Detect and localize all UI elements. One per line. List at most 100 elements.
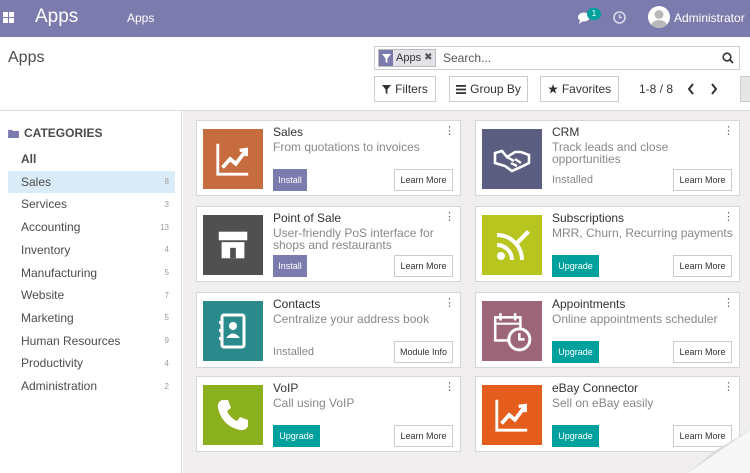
app-title: Appointments	[552, 297, 626, 311]
search-icon[interactable]	[722, 52, 734, 64]
phone-icon	[203, 385, 263, 445]
app-card-voip[interactable]: VoIP Call using VoIP ⋮ Upgrade Learn More	[196, 376, 461, 452]
category-count: 3	[164, 199, 169, 209]
app-card-crm[interactable]: CRM Track leads and close opportunities ⋮ I…	[475, 120, 740, 196]
sidebar-item-sales[interactable]: Sales 8	[8, 170, 175, 193]
app-card-point-of-sale[interactable]: Point of Sale User-friendly PoS interface…	[196, 206, 461, 282]
kebab-menu-icon[interactable]: ⋮	[723, 380, 734, 393]
app-title: CRM	[552, 125, 580, 139]
search-box[interactable]: Apps ✖	[374, 46, 740, 70]
learn-more-button[interactable]: Learn More	[673, 255, 732, 277]
category-count: 5	[164, 313, 169, 323]
sidebar-item-productivity[interactable]: Productivity 4	[8, 352, 175, 374]
menu-apps[interactable]: Apps	[127, 11, 154, 25]
filters-label: Filters	[395, 82, 428, 96]
chevron-right-icon[interactable]	[709, 82, 719, 96]
install-button[interactable]: Install	[273, 169, 307, 191]
control-panel: Apps Apps ✖ Filters Group By Favorites 1…	[0, 37, 750, 111]
learn-more-button[interactable]: Learn More	[394, 255, 453, 277]
category-label: Accounting	[21, 220, 81, 235]
category-label: Manufacturing	[21, 265, 98, 280]
category-label: Website	[21, 288, 65, 303]
app-title: Contacts	[273, 297, 321, 311]
upgrade-button[interactable]: Upgrade	[552, 255, 599, 277]
kebab-menu-icon[interactable]: ⋮	[444, 296, 455, 309]
app-description: Track leads and close opportunities	[552, 140, 669, 166]
app-description: From quotations to invoices	[273, 140, 420, 154]
app-switcher-icon[interactable]	[3, 12, 14, 23]
app-card-contacts[interactable]: Contacts Centralize your address book ⋮ Ins…	[196, 292, 461, 368]
category-count: 13	[160, 222, 169, 232]
group-by-button[interactable]: Group By	[449, 76, 528, 102]
search-input[interactable]	[443, 49, 713, 67]
view-switch-tab[interactable]	[740, 76, 750, 102]
kebab-menu-icon[interactable]: ⋮	[723, 210, 734, 223]
upgrade-button[interactable]: Upgrade	[552, 425, 599, 447]
chart-up-icon	[482, 385, 542, 445]
sidebar-item-manufacturing[interactable]: Manufacturing 5	[8, 262, 175, 284]
app-description: MRR, Churn, Recurring payments	[552, 226, 733, 240]
calendar-clock-icon	[482, 301, 542, 361]
avatar[interactable]	[648, 6, 670, 28]
chevron-left-icon[interactable]	[686, 82, 696, 96]
sidebar-item-administration[interactable]: Administration 2	[8, 375, 175, 397]
brand-title[interactable]: Apps	[35, 6, 78, 28]
app-title: VoIP	[273, 381, 299, 395]
filters-button[interactable]: Filters	[374, 76, 436, 102]
app-card-subscriptions[interactable]: Subscriptions MRR, Churn, Recurring payme…	[475, 206, 740, 282]
module-info-button[interactable]: Module Info	[394, 341, 453, 363]
sidebar-item-all[interactable]: All	[8, 148, 175, 170]
kebab-menu-icon[interactable]: ⋮	[723, 296, 734, 309]
user-name[interactable]: Administrator	[674, 11, 745, 25]
facet-close-icon[interactable]: ✖	[424, 50, 436, 66]
category-count: 9	[164, 336, 169, 346]
sidebar-item-marketing[interactable]: Marketing 5	[8, 307, 175, 329]
category-count: 7	[164, 290, 169, 300]
category-count: 4	[164, 245, 169, 255]
address-book-icon	[203, 301, 263, 361]
upgrade-button[interactable]: Upgrade	[552, 341, 599, 363]
group-by-label: Group By	[470, 82, 521, 96]
app-card-appointments[interactable]: Appointments Online appointments schedule…	[475, 292, 740, 368]
store-icon	[203, 215, 263, 275]
installed-status: Installed	[552, 174, 593, 186]
app-card-sales[interactable]: Sales From quotations to invoices ⋮ Install…	[196, 120, 461, 196]
star-icon	[547, 84, 558, 94]
categories-heading: CATEGORIES	[8, 126, 102, 140]
handshake-icon	[482, 129, 542, 189]
sidebar-item-accounting[interactable]: Accounting 13	[8, 216, 175, 238]
sidebar-item-services[interactable]: Services 3	[8, 193, 175, 215]
category-count: 5	[164, 268, 169, 277]
category-label: Productivity	[21, 356, 84, 371]
learn-more-button[interactable]: Learn More	[394, 425, 453, 447]
user-silhouette-icon	[651, 10, 667, 28]
chart-up-icon	[203, 129, 263, 189]
learn-more-button[interactable]: Learn More	[394, 169, 453, 191]
app-description: Call using VoIP	[273, 396, 355, 410]
category-label: Marketing	[21, 310, 74, 325]
clock-icon[interactable]	[613, 11, 626, 24]
categories-sidebar: CATEGORIES All Sales 8 Services 3 Accounting 1…	[0, 111, 182, 473]
facet-label: Apps	[393, 50, 425, 66]
pager-value[interactable]: 1-8 / 8	[639, 82, 673, 96]
app-description: Centralize your address book	[273, 312, 430, 326]
favorites-button[interactable]: Favorites	[540, 76, 619, 102]
kebab-menu-icon[interactable]: ⋮	[444, 124, 455, 137]
sidebar-item-human-resources[interactable]: Human Resources 9	[8, 330, 175, 352]
kebab-menu-icon[interactable]: ⋮	[723, 124, 734, 137]
apps-kanban: Sales From quotations to invoices ⋮ Install…	[183, 111, 750, 473]
learn-more-button[interactable]: Learn More	[673, 169, 732, 191]
categories-title: CATEGORIES	[24, 126, 103, 140]
category-label: All	[21, 152, 37, 166]
rss-pen-icon	[482, 215, 542, 275]
sidebar-item-inventory[interactable]: Inventory 4	[8, 239, 175, 261]
filter-icon	[382, 84, 392, 94]
kebab-menu-icon[interactable]: ⋮	[444, 380, 455, 393]
upgrade-button[interactable]: Upgrade	[273, 425, 320, 447]
install-button[interactable]: Install	[273, 255, 307, 277]
kebab-menu-icon[interactable]: ⋮	[444, 210, 455, 223]
app-description: Online appointments scheduler	[552, 312, 718, 326]
bars-icon	[456, 84, 467, 94]
sidebar-item-website[interactable]: Website 7	[8, 284, 175, 306]
learn-more-button[interactable]: Learn More	[673, 341, 732, 363]
